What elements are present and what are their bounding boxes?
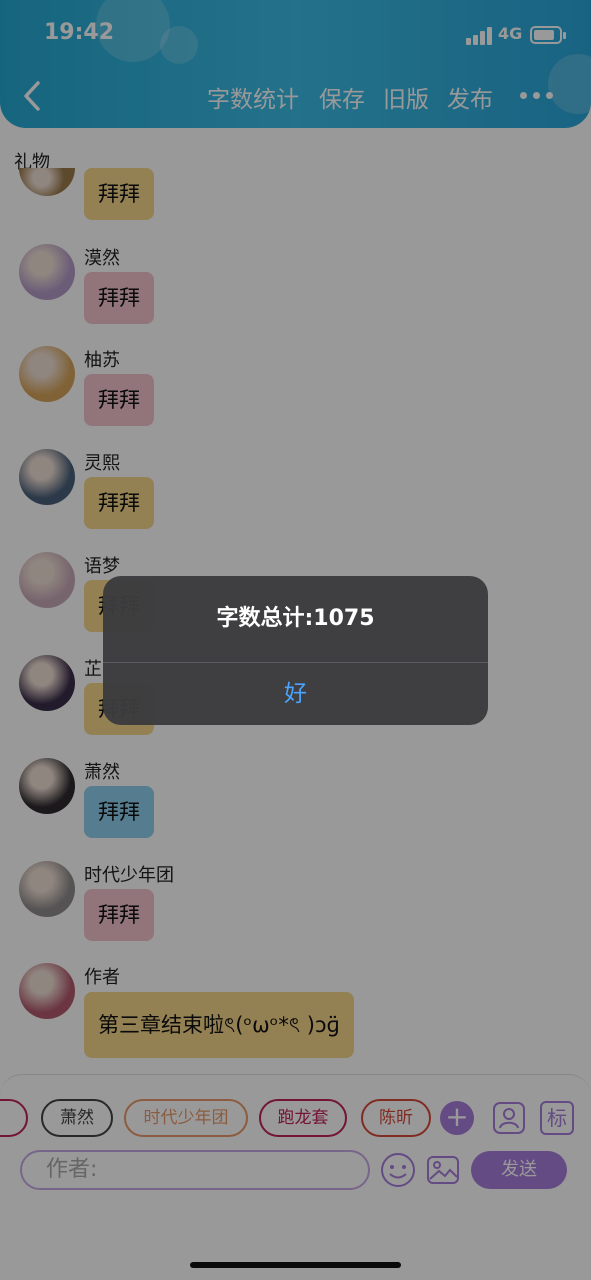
ok-button[interactable]: 好: [103, 663, 488, 725]
app-screen: 19:42 4G 字数统计 保存 旧版 发布 礼物 拜拜 漠然 拜拜 柚苏 拜拜…: [0, 0, 591, 1280]
alert-title: 字数总计:1075: [216, 606, 375, 631]
alert-dialog: 字数总计:1075 好: [103, 576, 488, 725]
